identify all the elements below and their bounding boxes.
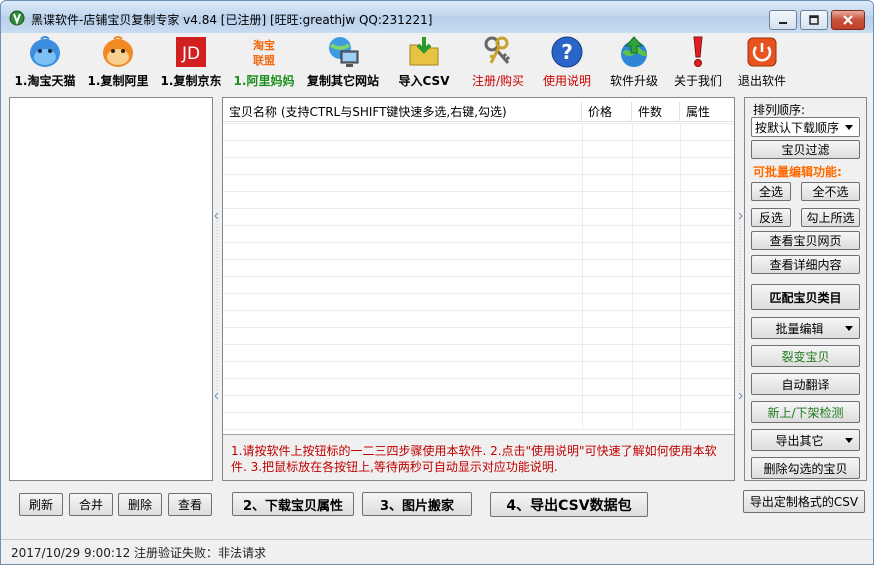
taobao-doll-icon [30, 36, 60, 67]
item-list-header: 宝贝名称 (支持CTRL与SHIFT键快速多选,右键,勾选) 价格 件数 属性 [223, 102, 734, 122]
status-bar: 2017/10/29 9:00:12 注册验证失败：非法请求 [1, 539, 873, 564]
item-filter-button[interactable]: 宝贝过滤 [751, 140, 860, 159]
right-splitter-handle[interactable] [737, 211, 743, 401]
toolbar-alimama-label: 1.阿里妈妈 [233, 74, 295, 88]
item-list-panel: 宝贝名称 (支持CTRL与SHIFT键快速多选,右键,勾选) 价格 件数 属性 … [222, 97, 735, 481]
taobao-union-logo-icon: 淘宝 联盟 [253, 38, 275, 67]
chevron-down-icon [845, 326, 853, 331]
close-icon [843, 15, 853, 25]
toolbar-jd-button[interactable]: JD 1.复制京东 [155, 35, 227, 91]
merge-button[interactable]: 合并 [69, 493, 113, 516]
minimize-icon [779, 22, 787, 24]
toolbar-alibaba-label: 1.复制阿里 [87, 74, 149, 88]
alibaba-doll-icon [103, 36, 133, 67]
split-item-button[interactable]: 裂变宝贝 [751, 345, 860, 367]
toolbar-exit-button[interactable]: 退出软件 [729, 35, 795, 91]
exclamation-icon [693, 36, 703, 67]
shop-category-tree[interactable] [9, 97, 213, 481]
export-other-dropdown[interactable]: 导出其它 [751, 429, 860, 451]
toolbar-alibaba-button[interactable]: 1.复制阿里 [82, 35, 154, 91]
svg-text:?: ? [561, 40, 573, 64]
usage-hint-text: 1.请按软件上按钮标的一二三四步骤使用本软件. 2.点击"使用说明"可快速了解如… [223, 434, 734, 480]
toolbar-register-button[interactable]: 注册/购买 [463, 35, 533, 91]
toolbar-taobao-label: 1.淘宝天猫 [14, 74, 76, 88]
sort-order-value: 按默认下载顺序 [755, 120, 840, 135]
column-divider [582, 123, 583, 430]
column-header-price[interactable]: 价格 [582, 102, 632, 122]
toolbar-import-csv-label: 导入CSV [398, 74, 450, 88]
toolbar-other-sites-label: 复制其它网站 [306, 74, 379, 88]
window-title: 黑谍软件-店铺宝贝复制专家 v4.84 [已注册] [旺旺:greathjw Q… [31, 13, 433, 27]
check-selected-button[interactable]: 勾上所选 [801, 208, 860, 227]
view-item-page-button[interactable]: 查看宝贝网页 [751, 231, 860, 250]
toolbar-import-csv-button[interactable]: 导入CSV [389, 35, 459, 91]
item-list-rows [223, 123, 734, 430]
column-divider [632, 123, 633, 430]
shelf-status-check-button[interactable]: 新上/下架检测 [751, 401, 860, 423]
export-other-label: 导出其它 [775, 433, 824, 448]
minimize-button[interactable] [769, 10, 797, 30]
toolbar-help-button[interactable]: ? 使用说明 [534, 35, 600, 91]
select-all-button[interactable]: 全选 [751, 182, 791, 201]
batch-edit-features-label: 可批量编辑功能: [753, 165, 842, 179]
sort-order-select[interactable]: 按默认下载顺序 [751, 117, 860, 137]
close-button[interactable] [831, 10, 865, 30]
export-csv-package-button[interactable]: 4、导出CSV数据包 [490, 492, 648, 517]
globe-upgrade-icon [621, 36, 648, 67]
image-migration-button[interactable]: 3、图片搬家 [362, 492, 472, 516]
app-window: 黑谍软件-店铺宝贝复制专家 v4.84 [已注册] [旺旺:greathjw Q… [0, 0, 874, 565]
status-text: 2017/10/29 9:00:12 注册验证失败：非法请求 [11, 546, 267, 560]
toolbar-about-label: 关于我们 [673, 74, 722, 88]
column-header-quantity[interactable]: 件数 [632, 102, 680, 122]
column-header-name[interactable]: 宝贝名称 (支持CTRL与SHIFT键快速多选,右键,勾选) [223, 102, 582, 122]
view-button[interactable]: 查看 [168, 493, 212, 516]
batch-edit-label: 批量编辑 [775, 321, 824, 336]
computer-globe-icon [329, 37, 359, 67]
toolbar-about-button[interactable]: 关于我们 [667, 35, 729, 91]
sort-order-label: 排列顺序: [753, 103, 806, 117]
view-detail-button[interactable]: 查看详细内容 [751, 255, 860, 274]
invert-selection-button[interactable]: 反选 [751, 208, 791, 227]
svg-text:淘宝: 淘宝 [253, 38, 275, 52]
jd-logo-icon: JD [176, 37, 206, 67]
toolbar-upgrade-label: 软件升级 [609, 74, 658, 88]
svg-text:联盟: 联盟 [253, 53, 275, 67]
toolbar-other-sites-button[interactable]: 复制其它网站 [301, 35, 385, 91]
toolbar-exit-label: 退出软件 [737, 74, 786, 88]
chevron-down-icon [845, 125, 853, 130]
folder-import-icon [409, 37, 439, 66]
edit-tools-panel: 排列顺序: 按默认下载顺序 宝贝过滤 可批量编辑功能: 全选 全不选 反选 勾上… [744, 97, 867, 481]
toolbar-register-label: 注册/购买 [471, 74, 525, 88]
maximize-button[interactable] [800, 10, 828, 30]
toolbar-help-label: 使用说明 [542, 74, 591, 88]
select-none-button[interactable]: 全不选 [801, 182, 860, 201]
export-custom-csv-button[interactable]: 导出定制格式的CSV [743, 490, 865, 513]
left-splitter-handle[interactable] [214, 211, 220, 401]
power-icon [747, 37, 777, 67]
batch-edit-dropdown[interactable]: 批量编辑 [751, 317, 860, 339]
toolbar-upgrade-button[interactable]: 软件升级 [601, 35, 667, 91]
match-category-button[interactable]: 匹配宝贝类目 [751, 284, 860, 310]
chevron-down-icon [845, 438, 853, 443]
maximize-icon [809, 15, 819, 25]
column-divider [680, 123, 681, 430]
auto-translate-button[interactable]: 自动翻译 [751, 373, 860, 395]
title-bar[interactable]: 黑谍软件-店铺宝贝复制专家 v4.84 [已注册] [旺旺:greathjw Q… [1, 1, 873, 33]
svg-text:JD: JD [181, 44, 200, 64]
delete-checked-items-button[interactable]: 删除勾选的宝贝 [751, 457, 860, 479]
main-toolbar: 1.淘宝天猫 1.复制阿里 JD 1.复制京东 淘宝 联盟 1.阿里妈妈 复制其… [9, 35, 869, 91]
delete-button[interactable]: 删除 [118, 493, 162, 516]
app-logo-icon [9, 10, 25, 26]
toolbar-taobao-button[interactable]: 1.淘宝天猫 [9, 35, 81, 91]
refresh-button[interactable]: 刷新 [19, 493, 63, 516]
column-header-attributes[interactable]: 属性 [680, 102, 734, 122]
toolbar-alimama-button[interactable]: 淘宝 联盟 1.阿里妈妈 [228, 35, 300, 91]
toolbar-jd-label: 1.复制京东 [160, 74, 222, 88]
help-icon: ? [551, 36, 583, 68]
keys-icon [484, 36, 511, 64]
item-list[interactable]: 宝贝名称 (支持CTRL与SHIFT键快速多选,右键,勾选) 价格 件数 属性 [223, 102, 734, 430]
download-attributes-button[interactable]: 2、下载宝贝属性 [232, 492, 354, 516]
